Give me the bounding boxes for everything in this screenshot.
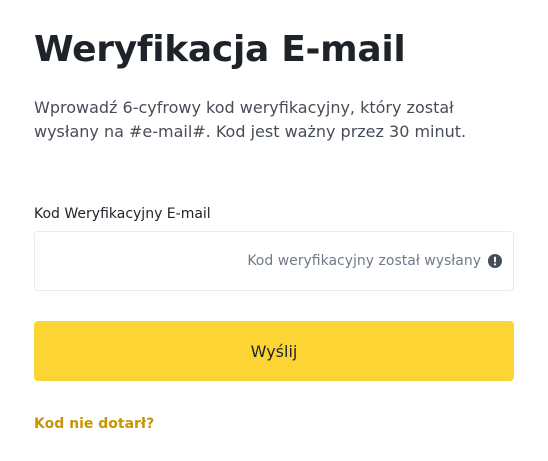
verification-code-label: Kod Weryfikacyjny E-mail <box>34 206 211 222</box>
verification-code-field[interactable]: Kod weryfikacyjny został wysłany <box>34 231 514 291</box>
page-title: Weryfikacja E-mail <box>34 29 406 70</box>
submit-button[interactable]: Wyślij <box>34 321 514 381</box>
code-sent-note: Kod weryfikacyjny został wysłany <box>247 253 481 269</box>
verification-code-input[interactable] <box>45 242 199 282</box>
instructions-text: Wprowadź 6-cyfrowy kod weryfikacyjny, kt… <box>34 98 467 141</box>
resend-code-link[interactable]: Kod nie dotarł? <box>34 413 154 435</box>
exclamation-circle-icon[interactable] <box>487 253 503 269</box>
